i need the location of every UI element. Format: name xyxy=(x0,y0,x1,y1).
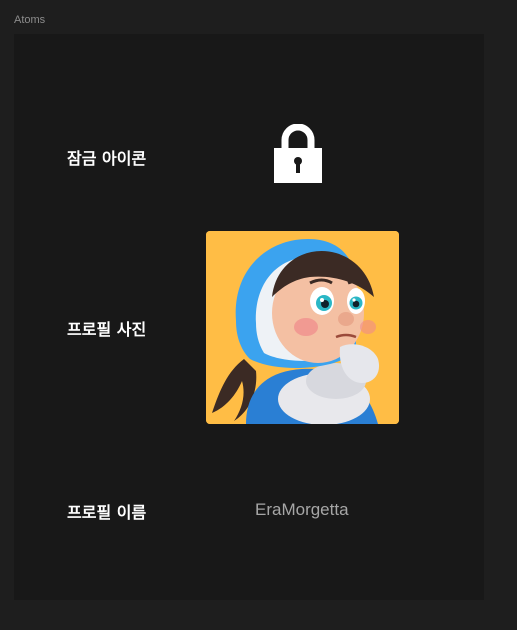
lock-icon-label: 잠금 아이콘 xyxy=(67,149,147,168)
profile-name-label: 프로필 이름 xyxy=(67,503,147,522)
profile-name: EraMorgetta xyxy=(255,500,349,519)
atoms-frame: 잠금 아이콘 프로필 사진 프로필 이름 EraMorgetta xyxy=(14,34,484,600)
profile-photo-label: 프로필 사진 xyxy=(67,320,147,339)
lock-icon xyxy=(274,123,322,183)
profile-photo[interactable] xyxy=(206,231,399,424)
frame-title[interactable]: Atoms xyxy=(14,14,45,26)
